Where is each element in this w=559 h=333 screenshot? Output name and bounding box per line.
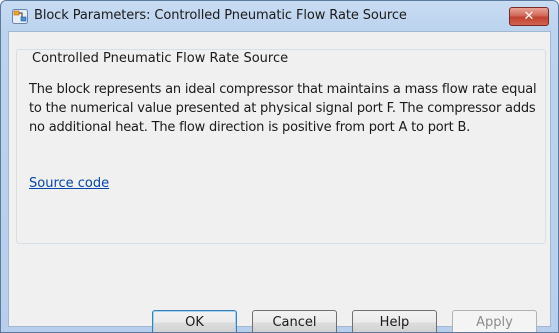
close-button[interactable]: ✕ [509, 7, 549, 26]
help-button[interactable]: Help [352, 310, 437, 332]
dialog-window: Block Parameters: Controlled Pneumatic F… [0, 0, 559, 333]
simulink-block-icon [12, 9, 28, 24]
apply-button[interactable]: Apply [452, 310, 537, 332]
dialog-content: Controlled Pneumatic Flow Rate Source Th… [8, 31, 551, 332]
ok-button[interactable]: OK [152, 310, 237, 332]
cancel-button[interactable]: Cancel [252, 310, 337, 332]
groupbox-title: Controlled Pneumatic Flow Rate Source [29, 51, 292, 66]
block-description: The block represents an ideal compressor… [29, 82, 537, 135]
close-icon: ✕ [523, 9, 535, 24]
source-code-link[interactable]: Source code [29, 176, 109, 191]
description-groupbox [16, 49, 546, 244]
window-title: Block Parameters: Controlled Pneumatic F… [34, 8, 407, 23]
title-bar[interactable]: Block Parameters: Controlled Pneumatic F… [1, 1, 558, 31]
